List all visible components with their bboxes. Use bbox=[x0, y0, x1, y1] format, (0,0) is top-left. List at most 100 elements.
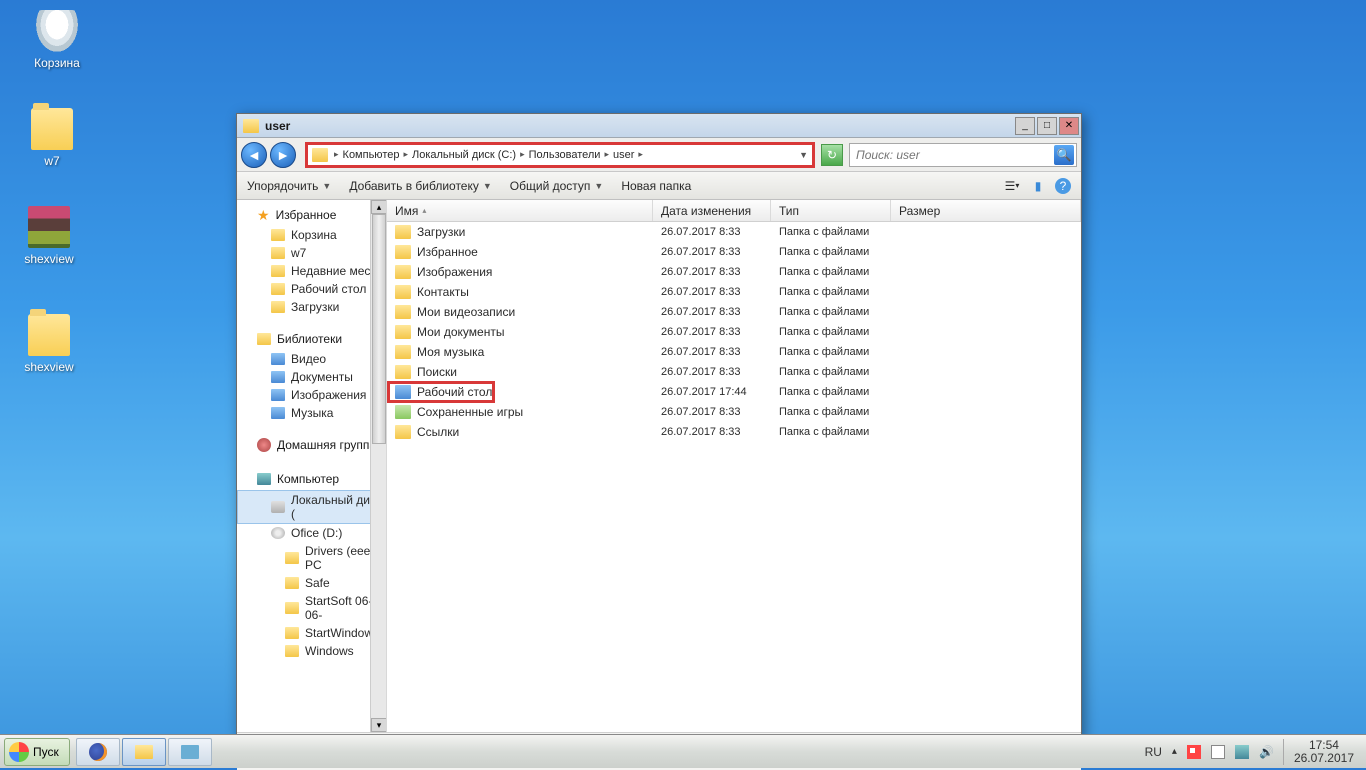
chevron-icon[interactable]: ▸ bbox=[334, 149, 339, 160]
sidebar-item[interactable]: Windows bbox=[237, 642, 386, 660]
folder-icon bbox=[395, 225, 411, 239]
chevron-icon[interactable]: ▸ bbox=[604, 149, 609, 160]
view-options-button[interactable]: ☰▾ bbox=[1003, 178, 1021, 194]
dropdown-icon[interactable]: ▼ bbox=[799, 150, 808, 160]
preview-pane-button[interactable]: ▮ bbox=[1029, 178, 1047, 194]
sidebar-item[interactable]: Изображения bbox=[237, 386, 386, 404]
search-box[interactable]: 🔍 bbox=[849, 143, 1077, 167]
breadcrumb-item[interactable]: Локальный диск (C:) bbox=[410, 149, 518, 161]
folder-icon bbox=[395, 365, 411, 379]
language-indicator[interactable]: RU bbox=[1145, 745, 1162, 759]
show-hidden-icons[interactable]: ▴ bbox=[1172, 746, 1177, 757]
sidebar-item[interactable]: StartWindows bbox=[237, 624, 386, 642]
search-button[interactable]: 🔍 bbox=[1054, 145, 1074, 165]
file-row[interactable]: Контакты26.07.2017 8:33Папка с файлами bbox=[387, 282, 1081, 302]
sidebar-item[interactable]: Загрузки bbox=[237, 298, 386, 316]
library-icon bbox=[271, 371, 285, 383]
file-row[interactable]: Сохраненные игры26.07.2017 8:33Папка с ф… bbox=[387, 402, 1081, 422]
favorites-header[interactable]: ★Избранное bbox=[237, 204, 386, 226]
file-row[interactable]: Загрузки26.07.2017 8:33Папка с файлами bbox=[387, 222, 1081, 242]
forward-button[interactable]: ► bbox=[270, 142, 296, 168]
help-button[interactable]: ? bbox=[1055, 178, 1071, 194]
desktop-icon-folder-w7[interactable]: w7 bbox=[15, 108, 89, 168]
navigation-pane: ★Избранное Корзинаw7Недавние местаРабочи… bbox=[237, 200, 387, 732]
close-button[interactable]: ✕ bbox=[1059, 117, 1079, 135]
toolbar: Упорядочить▼ Добавить в библиотеку▼ Общи… bbox=[237, 172, 1081, 200]
action-center-icon[interactable] bbox=[1211, 745, 1225, 759]
libraries-group: Библиотеки ВидеоДокументыИзображенияМузы… bbox=[237, 328, 386, 422]
sidebar-item[interactable]: Safe bbox=[237, 574, 386, 592]
chevron-icon[interactable]: ▸ bbox=[520, 149, 525, 160]
file-row[interactable]: Избранное26.07.2017 8:33Папка с файлами bbox=[387, 242, 1081, 262]
desktop-icon-recycle-bin[interactable]: Корзина bbox=[20, 10, 94, 70]
chevron-icon[interactable]: ▸ bbox=[638, 149, 643, 160]
share-menu[interactable]: Общий доступ▼ bbox=[510, 179, 604, 193]
search-input[interactable] bbox=[856, 148, 1054, 162]
sidebar-item[interactable]: w7 bbox=[237, 244, 386, 262]
address-bar[interactable]: ▸ Компьютер ▸ Локальный диск (C:) ▸ Поль… bbox=[305, 142, 815, 168]
shexview-rar-icon bbox=[28, 206, 70, 248]
sidebar-item[interactable]: Ofice (D:) bbox=[237, 524, 386, 542]
volume-icon[interactable]: 🔊 bbox=[1259, 745, 1273, 759]
sidebar-item[interactable]: StartSoft 06-06- bbox=[237, 592, 386, 624]
file-row[interactable]: Изображения26.07.2017 8:33Папка с файлам… bbox=[387, 262, 1081, 282]
file-row[interactable]: Мои видеозаписи26.07.2017 8:33Папка с фа… bbox=[387, 302, 1081, 322]
taskbar-explorer[interactable] bbox=[122, 738, 166, 766]
network-icon[interactable] bbox=[1235, 745, 1249, 759]
sidebar-item[interactable]: Drivers (eee PC bbox=[237, 542, 386, 574]
flag-icon[interactable] bbox=[1187, 745, 1201, 759]
computer-header[interactable]: Компьютер bbox=[237, 468, 386, 490]
column-type[interactable]: Тип bbox=[771, 200, 891, 221]
folder-icon bbox=[271, 229, 285, 241]
minimize-button[interactable]: _ bbox=[1015, 117, 1035, 135]
sidebar-scrollbar[interactable]: ▴ ▾ bbox=[370, 200, 386, 732]
file-row[interactable]: Рабочий стол26.07.2017 17:44Папка с файл… bbox=[387, 382, 1081, 402]
organize-menu[interactable]: Упорядочить▼ bbox=[247, 179, 331, 193]
scroll-down-button[interactable]: ▾ bbox=[371, 718, 387, 732]
titlebar[interactable]: user _ □ ✕ bbox=[237, 114, 1081, 138]
sidebar-item[interactable]: Музыка bbox=[237, 404, 386, 422]
taskbar: Пуск RU ▴ 🔊 17:54 26.07.2017 bbox=[0, 734, 1366, 768]
file-row[interactable]: Ссылки26.07.2017 8:33Папка с файлами bbox=[387, 422, 1081, 442]
sidebar-item[interactable]: Видео bbox=[237, 350, 386, 368]
folder-icon bbox=[395, 245, 411, 259]
scroll-thumb[interactable] bbox=[372, 214, 386, 444]
clock[interactable]: 17:54 26.07.2017 bbox=[1283, 739, 1354, 765]
column-name[interactable]: Имя ▴ bbox=[387, 200, 653, 221]
refresh-button[interactable]: ↻ bbox=[821, 144, 843, 166]
libraries-header[interactable]: Библиотеки bbox=[237, 328, 386, 350]
desktop-icon-shexview-folder[interactable]: shexview bbox=[12, 314, 86, 374]
folder-icon bbox=[395, 425, 411, 439]
star-icon: ★ bbox=[257, 208, 270, 222]
breadcrumb-item[interactable]: Пользователи bbox=[527, 149, 603, 161]
back-button[interactable]: ◄ bbox=[241, 142, 267, 168]
column-size[interactable]: Размер bbox=[891, 200, 1081, 221]
library-icon bbox=[271, 407, 285, 419]
taskbar-firefox[interactable] bbox=[76, 738, 120, 766]
file-row[interactable]: Моя музыка26.07.2017 8:33Папка с файлами bbox=[387, 342, 1081, 362]
sidebar-item[interactable]: Рабочий стол bbox=[237, 280, 386, 298]
taskbar-item[interactable] bbox=[168, 738, 212, 766]
folder-icon bbox=[395, 345, 411, 359]
homegroup[interactable]: Домашняя группа bbox=[237, 434, 386, 456]
column-date[interactable]: Дата изменения bbox=[653, 200, 771, 221]
maximize-button[interactable]: □ bbox=[1037, 117, 1057, 135]
drive-icon bbox=[271, 527, 285, 539]
scroll-up-button[interactable]: ▴ bbox=[371, 200, 387, 214]
chevron-icon[interactable]: ▸ bbox=[403, 149, 408, 160]
sidebar-item[interactable]: Документы bbox=[237, 368, 386, 386]
desktop-icon-shexview-rar[interactable]: shexview bbox=[12, 206, 86, 266]
file-row[interactable]: Мои документы26.07.2017 8:33Папка с файл… bbox=[387, 322, 1081, 342]
file-row[interactable]: Поиски26.07.2017 8:33Папка с файлами bbox=[387, 362, 1081, 382]
sidebar-item[interactable]: Корзина bbox=[237, 226, 386, 244]
folder-icon bbox=[243, 119, 259, 133]
recycle-bin-icon bbox=[36, 10, 78, 52]
new-folder-button[interactable]: Новая папка bbox=[621, 179, 691, 193]
sidebar-item[interactable]: Локальный диск ( bbox=[237, 490, 386, 524]
library-icon bbox=[271, 389, 285, 401]
sidebar-item[interactable]: Недавние места bbox=[237, 262, 386, 280]
breadcrumb-item[interactable]: user bbox=[611, 149, 636, 161]
start-button[interactable]: Пуск bbox=[4, 738, 70, 766]
breadcrumb-item[interactable]: Компьютер bbox=[341, 149, 402, 161]
add-to-library-menu[interactable]: Добавить в библиотеку▼ bbox=[349, 179, 491, 193]
